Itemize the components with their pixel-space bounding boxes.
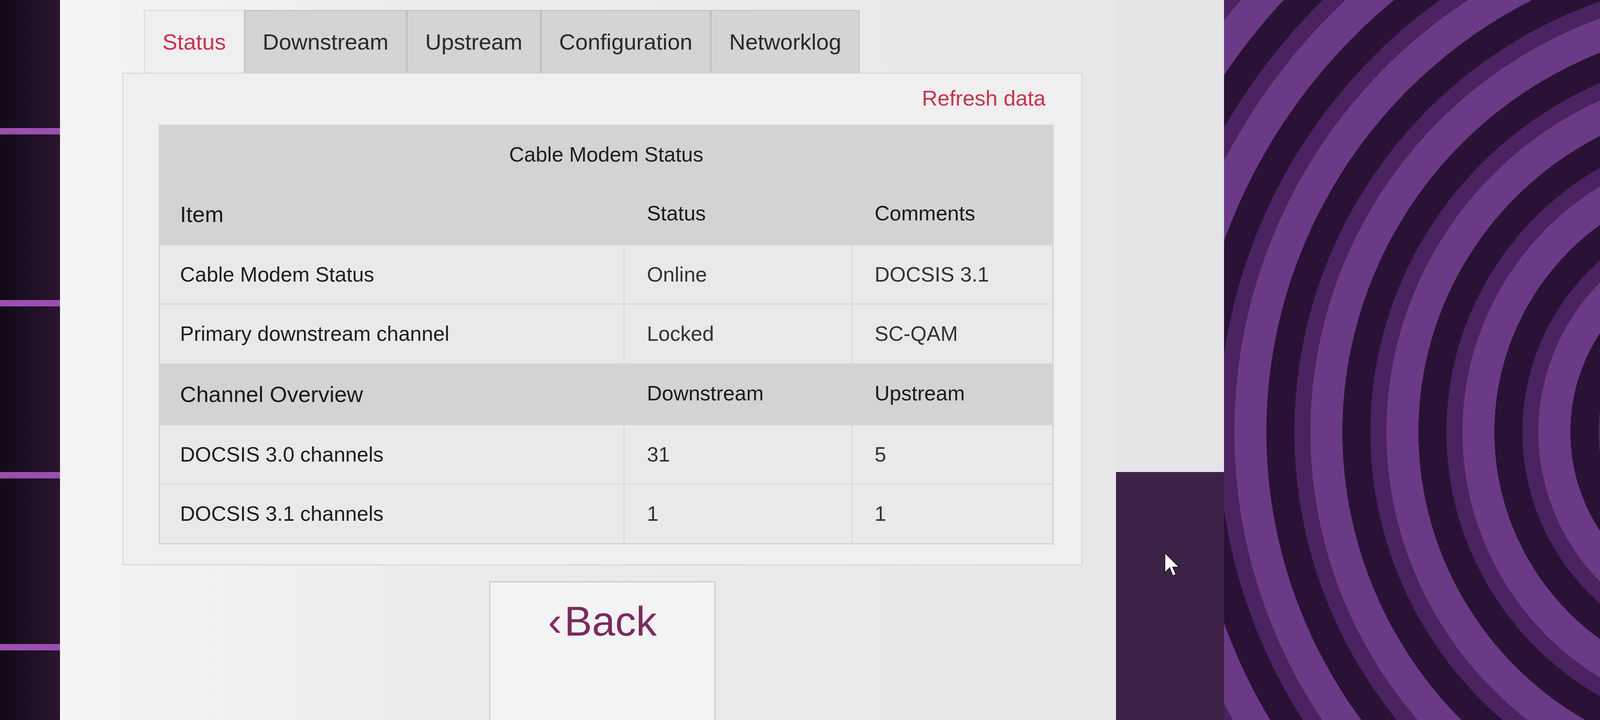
tab-bar: StatusDownstreamUpstreamConfigurationNet… xyxy=(122,10,1116,73)
back-row: ‹Back xyxy=(122,565,1083,720)
status-table: Cable Modem StatusItemStatusCommentsCabl… xyxy=(158,124,1054,544)
monitor-bezel xyxy=(0,0,60,720)
table-cell: Primary downstream channel xyxy=(159,304,624,364)
tab[interactable]: Status xyxy=(144,10,245,73)
chevron-icon: ‹ xyxy=(548,598,562,644)
back-label: Back xyxy=(564,598,657,644)
overview-cell: 1 xyxy=(624,484,852,544)
mouse-cursor-icon xyxy=(1164,552,1182,579)
refresh-row: Refresh data xyxy=(158,85,1054,111)
page-edge xyxy=(1116,0,1224,720)
table-cell: Cable Modem Status xyxy=(159,244,624,304)
screen: StatusDownstreamUpstreamConfigurationNet… xyxy=(0,0,1600,720)
refresh-link[interactable]: Refresh data xyxy=(922,85,1054,111)
overview-cell: DOCSIS 3.0 channels xyxy=(159,424,624,484)
overview-cell: 31 xyxy=(624,424,852,484)
page-content: StatusDownstreamUpstreamConfigurationNet… xyxy=(60,0,1116,720)
table-cell: DOCSIS 3.1 xyxy=(852,244,1053,304)
overview-header: Upstream xyxy=(852,363,1053,425)
page-edge-light xyxy=(1116,0,1224,472)
overview-cell: 1 xyxy=(852,484,1053,544)
desktop-wallpaper xyxy=(1224,0,1600,720)
table-cell: SC-QAM xyxy=(852,304,1053,364)
overview-cell: DOCSIS 3.1 channels xyxy=(159,484,624,544)
tab[interactable]: Configuration xyxy=(540,10,711,73)
modem-page: StatusDownstreamUpstreamConfigurationNet… xyxy=(60,0,1224,720)
table-cell: Online xyxy=(624,244,852,304)
tab[interactable]: Upstream xyxy=(406,10,541,73)
overview-cell: 5 xyxy=(852,424,1053,484)
back-button[interactable]: ‹Back xyxy=(489,581,716,720)
overview-header: Downstream xyxy=(624,363,852,425)
column-header: Comments xyxy=(852,183,1053,245)
column-header: Status xyxy=(624,183,852,245)
overview-header: Channel Overview xyxy=(159,363,624,425)
table-cell: Locked xyxy=(624,304,852,364)
tab[interactable]: Downstream xyxy=(244,10,407,73)
column-header: Item xyxy=(159,183,624,245)
tab[interactable]: Networklog xyxy=(710,10,860,73)
taskbar-block xyxy=(1116,472,1224,720)
table-title: Cable Modem Status xyxy=(159,125,1053,184)
status-panel: Refresh data Cable Modem StatusItemStatus… xyxy=(122,72,1083,565)
